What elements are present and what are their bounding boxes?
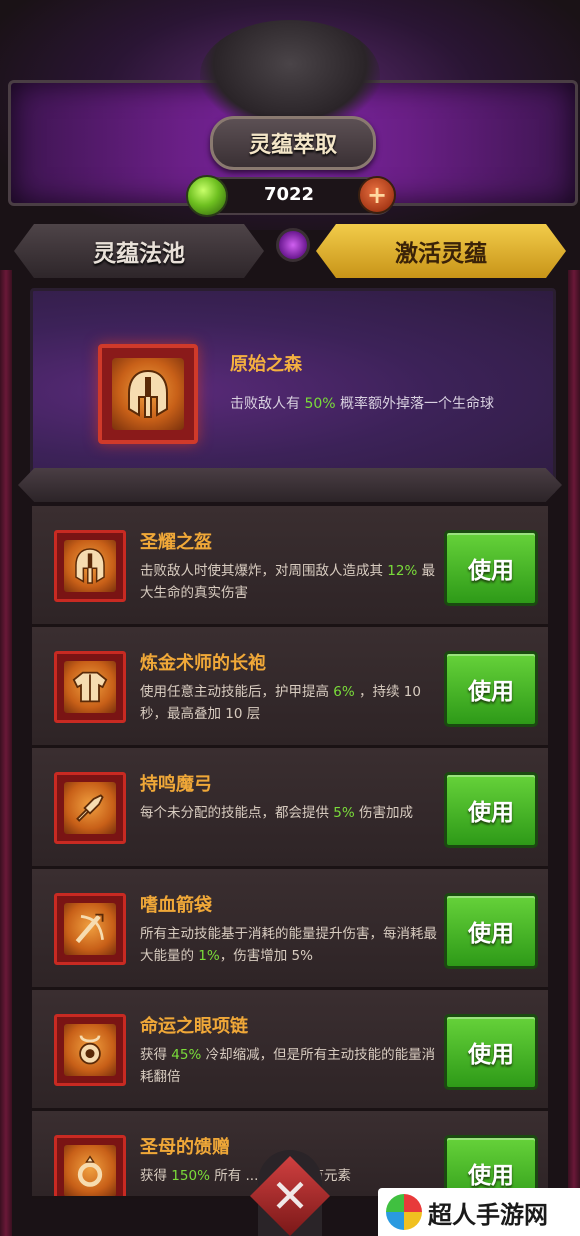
item-description: 每个未分配的技能点，都会提供 5% 伤害加成	[140, 802, 440, 824]
desc-text: 击败敌人有	[230, 396, 305, 412]
use-button[interactable]: 使用	[444, 651, 538, 727]
watermark: 超人手游网	[378, 1188, 580, 1236]
desc-text: 概率额外掉落一个生命球	[335, 396, 495, 412]
use-button[interactable]: 使用	[444, 530, 538, 606]
add-currency-button[interactable]: +	[358, 176, 396, 214]
desc-text: 每个未分配的技能点，都会提供	[140, 805, 334, 821]
tab-spirit-pool[interactable]: 灵蕴法池	[14, 224, 264, 278]
tab-separator-gem-icon	[276, 228, 310, 262]
item-icon-frame[interactable]	[54, 651, 126, 723]
list-item: 命运之眼项链 获得 45% 冷却缩减，但是所有主动技能的能量消耗翻倍 使用	[32, 990, 548, 1111]
desc-highlight: 1%	[198, 948, 220, 964]
use-button[interactable]: 使用	[444, 772, 538, 848]
item-name: 炼金术师的长袍	[140, 653, 266, 674]
featured-item-name: 原始之森	[230, 354, 302, 375]
ring-icon	[64, 1145, 116, 1196]
item-name: 圣耀之盔	[140, 532, 212, 553]
list-item: 嗜血箭袋 所有主动技能基于消耗的能量提升伤害，每消耗最大能量的 1%，伤害增加 …	[32, 869, 548, 990]
item-description: 获得 45% 冷却缩减，但是所有主动技能的能量消耗翻倍	[140, 1044, 440, 1088]
left-pillar	[0, 270, 12, 1236]
desc-text: ，伤害增加 5%	[219, 948, 313, 964]
desc-text: 伤害加成	[354, 805, 414, 821]
item-description: 使用任意主动技能后，护甲提高 6% ，持续 10 秒，最高叠加 10 层	[140, 681, 440, 725]
watermark-text: 超人手游网	[428, 1200, 548, 1229]
desc-highlight: 6%	[333, 684, 355, 700]
item-icon-frame[interactable]	[54, 772, 126, 844]
page-title: 灵蕴萃取	[210, 116, 376, 170]
item-description: 击败敌人时使其爆炸，对周围敌人造成其 12% 最大生命的真实伤害	[140, 560, 440, 604]
desc-highlight: 150%	[171, 1168, 210, 1184]
section-divider	[18, 468, 562, 502]
currency-value: 7022	[263, 183, 315, 205]
item-description: 所有主动技能基于消耗的能量提升伤害，每消耗最大能量的 1%，伤害增加 5%	[140, 923, 440, 967]
list-item: 持鸣魔弓 每个未分配的技能点，都会提供 5% 伤害加成 使用	[32, 748, 548, 869]
use-button[interactable]: 使用	[444, 893, 538, 969]
robe-icon	[64, 661, 116, 713]
desc-highlight: 12%	[387, 563, 418, 579]
desc-highlight: 50%	[304, 396, 336, 412]
watermark-logo-icon	[386, 1194, 422, 1230]
quiver-icon	[64, 903, 116, 955]
desc-text: 获得	[140, 1168, 172, 1184]
desc-text: 获得	[140, 1047, 172, 1063]
item-name: 嗜血箭袋	[140, 895, 212, 916]
header-ornament	[200, 20, 380, 130]
item-icon-frame[interactable]	[54, 1135, 126, 1196]
use-button[interactable]: 使用	[444, 1014, 538, 1090]
featured-item-icon-frame[interactable]	[98, 344, 198, 444]
item-name: 圣母的馈赠	[140, 1137, 230, 1158]
right-pillar	[568, 270, 580, 1236]
item-name: 命运之眼项链	[140, 1016, 248, 1037]
list-item: 炼金术师的长袍 使用任意主动技能后，护甲提高 6% ，持续 10 秒，最高叠加 …	[32, 627, 548, 748]
item-icon-frame[interactable]	[54, 1014, 126, 1086]
gauntlet-icon	[64, 782, 116, 834]
desc-highlight: 45%	[171, 1047, 202, 1063]
desc-text: 击败敌人时使其爆炸，对周围敌人造成其	[140, 563, 388, 579]
desc-highlight: 5%	[333, 805, 355, 821]
tab-activate-spirit[interactable]: 激活灵蕴	[316, 224, 566, 278]
featured-item-description: 击败敌人有 50% 概率额外掉落一个生命球	[230, 392, 500, 416]
item-name: 持鸣魔弓	[140, 774, 212, 795]
helmet-icon	[112, 358, 184, 430]
desc-text: 使用任意主动技能后，护甲提高	[140, 684, 334, 700]
amulet-icon	[64, 1024, 116, 1076]
spirit-orb-icon	[186, 175, 228, 217]
item-icon-frame[interactable]	[54, 893, 126, 965]
list-item: 圣耀之盔 击败敌人时使其爆炸，对周围敌人造成其 12% 最大生命的真实伤害 使用	[32, 506, 548, 627]
item-icon-frame[interactable]	[54, 530, 126, 602]
helmet-icon	[64, 540, 116, 592]
